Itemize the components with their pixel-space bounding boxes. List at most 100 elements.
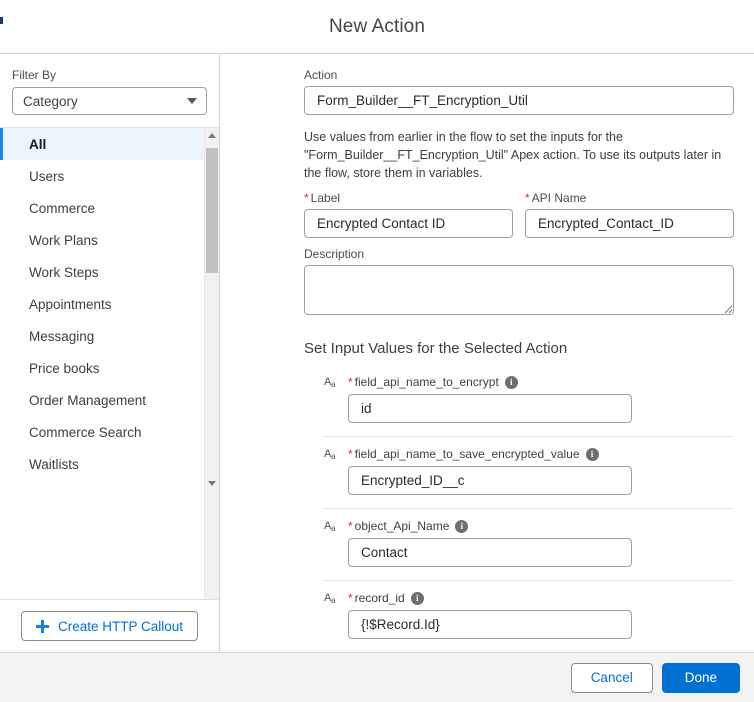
modal-header: New Action xyxy=(0,0,754,54)
description-field-label: Description xyxy=(304,247,365,262)
sidebar-item-label: Order Management xyxy=(29,392,147,408)
input-row: Aa * record_id i xyxy=(324,581,734,652)
sidebar-item-work-plans[interactable]: Work Plans xyxy=(0,224,219,256)
filter-by-value: Category xyxy=(23,93,78,109)
scrollbar-track[interactable] xyxy=(205,143,219,476)
input-name-text: object_Api_Name xyxy=(354,519,450,534)
input-values-list: Aa*field_api_name_to_encryptiAa*field_ap… xyxy=(304,365,734,652)
info-icon[interactable]: i xyxy=(410,591,424,605)
sidebar-item-messaging[interactable]: Messaging xyxy=(0,320,219,352)
sidebar-item-label: Price books xyxy=(29,360,100,376)
sidebar-item-label: Work Plans xyxy=(29,232,98,248)
create-http-callout-label: Create HTTP Callout xyxy=(57,618,184,634)
info-icon[interactable]: i xyxy=(455,519,469,533)
filter-by-label: Filter By xyxy=(12,68,57,82)
info-icon[interactable]: i xyxy=(504,375,518,389)
input-row-header: Aa * record_id i xyxy=(324,591,734,605)
scrollbar-thumb[interactable] xyxy=(206,148,218,273)
datatype-glyph: A xyxy=(324,447,332,460)
datatype-glyph-sub: a xyxy=(331,595,336,605)
datatype-glyph-sub: a xyxy=(331,523,336,533)
input-name-label: * field_api_name_to_save_encrypted_value xyxy=(348,447,580,461)
sidebar-item-label: Work Steps xyxy=(29,264,99,280)
input-row: Aa * object_Api_Name i xyxy=(324,509,734,582)
modal-body: Filter By Category All Users Commerce Work … xyxy=(0,54,754,652)
scroll-up-triangle-icon xyxy=(208,133,216,138)
info-icon[interactable]: i xyxy=(585,447,599,461)
sidebar-item-all[interactable]: All xyxy=(0,128,219,160)
required-indicator: * xyxy=(348,375,353,390)
required-indicator: * xyxy=(525,191,530,206)
required-indicator: * xyxy=(348,591,353,606)
description-field-group: Description xyxy=(304,247,734,320)
sidebar-item-commerce-search[interactable]: Commerce Search xyxy=(0,416,219,448)
sidebar-item-label: Users xyxy=(29,168,65,184)
category-list: All Users Commerce Work Plans Work Steps Appo… xyxy=(0,128,219,599)
chevron-down-icon xyxy=(187,98,197,104)
label-field-input[interactable] xyxy=(304,209,513,239)
category-list-container: All Users Commerce Work Plans Work Steps Appo… xyxy=(0,127,219,600)
input-row: Aa * field_api_name_to_save_encrypted_valu… xyxy=(324,437,734,510)
input-name-text: record_id xyxy=(354,591,405,606)
datatype-glyph: A xyxy=(324,519,332,532)
sidebar-item-label: Waitlists xyxy=(29,456,79,472)
sidebar-item-commerce[interactable]: Commerce xyxy=(0,192,219,224)
api-name-field-group: * API Name xyxy=(525,191,734,239)
scroll-down-triangle-icon xyxy=(208,481,216,486)
text-datatype-icon: Aa xyxy=(324,447,342,461)
label-field-label-text: Label xyxy=(310,191,341,206)
plus-icon xyxy=(35,619,49,633)
page-title: New Action xyxy=(328,15,426,37)
action-detail-inner: Action Use values from earlier in the fl… xyxy=(220,54,754,652)
sidebar-item-order-management[interactable]: Order Management xyxy=(0,384,219,416)
label-field-group: * Label xyxy=(304,191,513,239)
input-value-field[interactable] xyxy=(348,610,632,640)
filter-by-select[interactable]: Category xyxy=(12,87,207,115)
action-field-input[interactable] xyxy=(304,86,734,115)
sidebar-item-work-steps[interactable]: Work Steps xyxy=(0,256,219,288)
input-row: Aa * field_api_name_to_encrypt i xyxy=(324,365,734,438)
description-field-input[interactable] xyxy=(304,265,734,316)
background-edge-sliver xyxy=(0,17,3,24)
required-indicator: * xyxy=(348,447,353,462)
label-field-label: * Label xyxy=(304,191,513,205)
sidebar-item-label: All xyxy=(29,136,47,152)
api-name-field-input[interactable] xyxy=(525,209,734,239)
sidebar-item-appointments[interactable]: Appointments xyxy=(0,288,219,320)
api-name-field-label: * API Name xyxy=(525,191,734,205)
sidebar-item-price-books[interactable]: Price books xyxy=(0,352,219,384)
done-button[interactable]: Done xyxy=(661,662,740,693)
datatype-glyph: A xyxy=(324,375,332,388)
sidebar-item-label: Messaging xyxy=(29,328,95,344)
api-name-field-label-text: API Name xyxy=(531,191,587,206)
action-field-label: Action xyxy=(304,68,338,82)
label-apiname-row: *Label *API Name xyxy=(304,191,734,239)
input-value-field[interactable] xyxy=(348,538,632,568)
action-field-group: Action xyxy=(304,68,734,115)
datatype-glyph-sub: a xyxy=(331,451,336,461)
text-datatype-icon: Aa xyxy=(324,519,342,533)
create-http-callout-button[interactable]: Create HTTP Callout xyxy=(20,611,199,641)
datatype-glyph-sub: a xyxy=(331,379,336,389)
action-help-text: Use values from earlier in the flow to s… xyxy=(304,130,722,181)
input-row-header: Aa * field_api_name_to_save_encrypted_valu… xyxy=(324,447,734,461)
category-sidebar: Filter By Category All Users Commerce Work … xyxy=(0,54,220,652)
sidebar-item-label: Commerce xyxy=(29,200,96,216)
cancel-button[interactable]: Cancel xyxy=(570,662,653,693)
sidebar-item-waitlists[interactable]: Waitlists xyxy=(0,448,219,480)
text-datatype-icon: Aa xyxy=(324,591,342,605)
text-datatype-icon: Aa xyxy=(324,375,342,389)
input-value-field[interactable] xyxy=(348,394,632,424)
modal-footer: Cancel Done xyxy=(0,652,754,702)
sidebar-footer: Create HTTP Callout xyxy=(0,600,219,652)
datatype-glyph: A xyxy=(324,591,332,604)
input-name-label: * record_id xyxy=(348,591,405,605)
input-value-field[interactable] xyxy=(348,466,632,496)
sidebar-item-users[interactable]: Users xyxy=(0,160,219,192)
input-row-header: Aa * object_Api_Name i xyxy=(324,519,734,533)
scroll-down-arrow-icon[interactable] xyxy=(205,476,219,491)
scroll-up-arrow-icon[interactable] xyxy=(205,128,219,143)
input-name-label: * field_api_name_to_encrypt xyxy=(348,375,499,389)
category-list-scrollbar[interactable] xyxy=(204,128,219,599)
input-name-text: field_api_name_to_save_encrypted_value xyxy=(354,447,580,462)
